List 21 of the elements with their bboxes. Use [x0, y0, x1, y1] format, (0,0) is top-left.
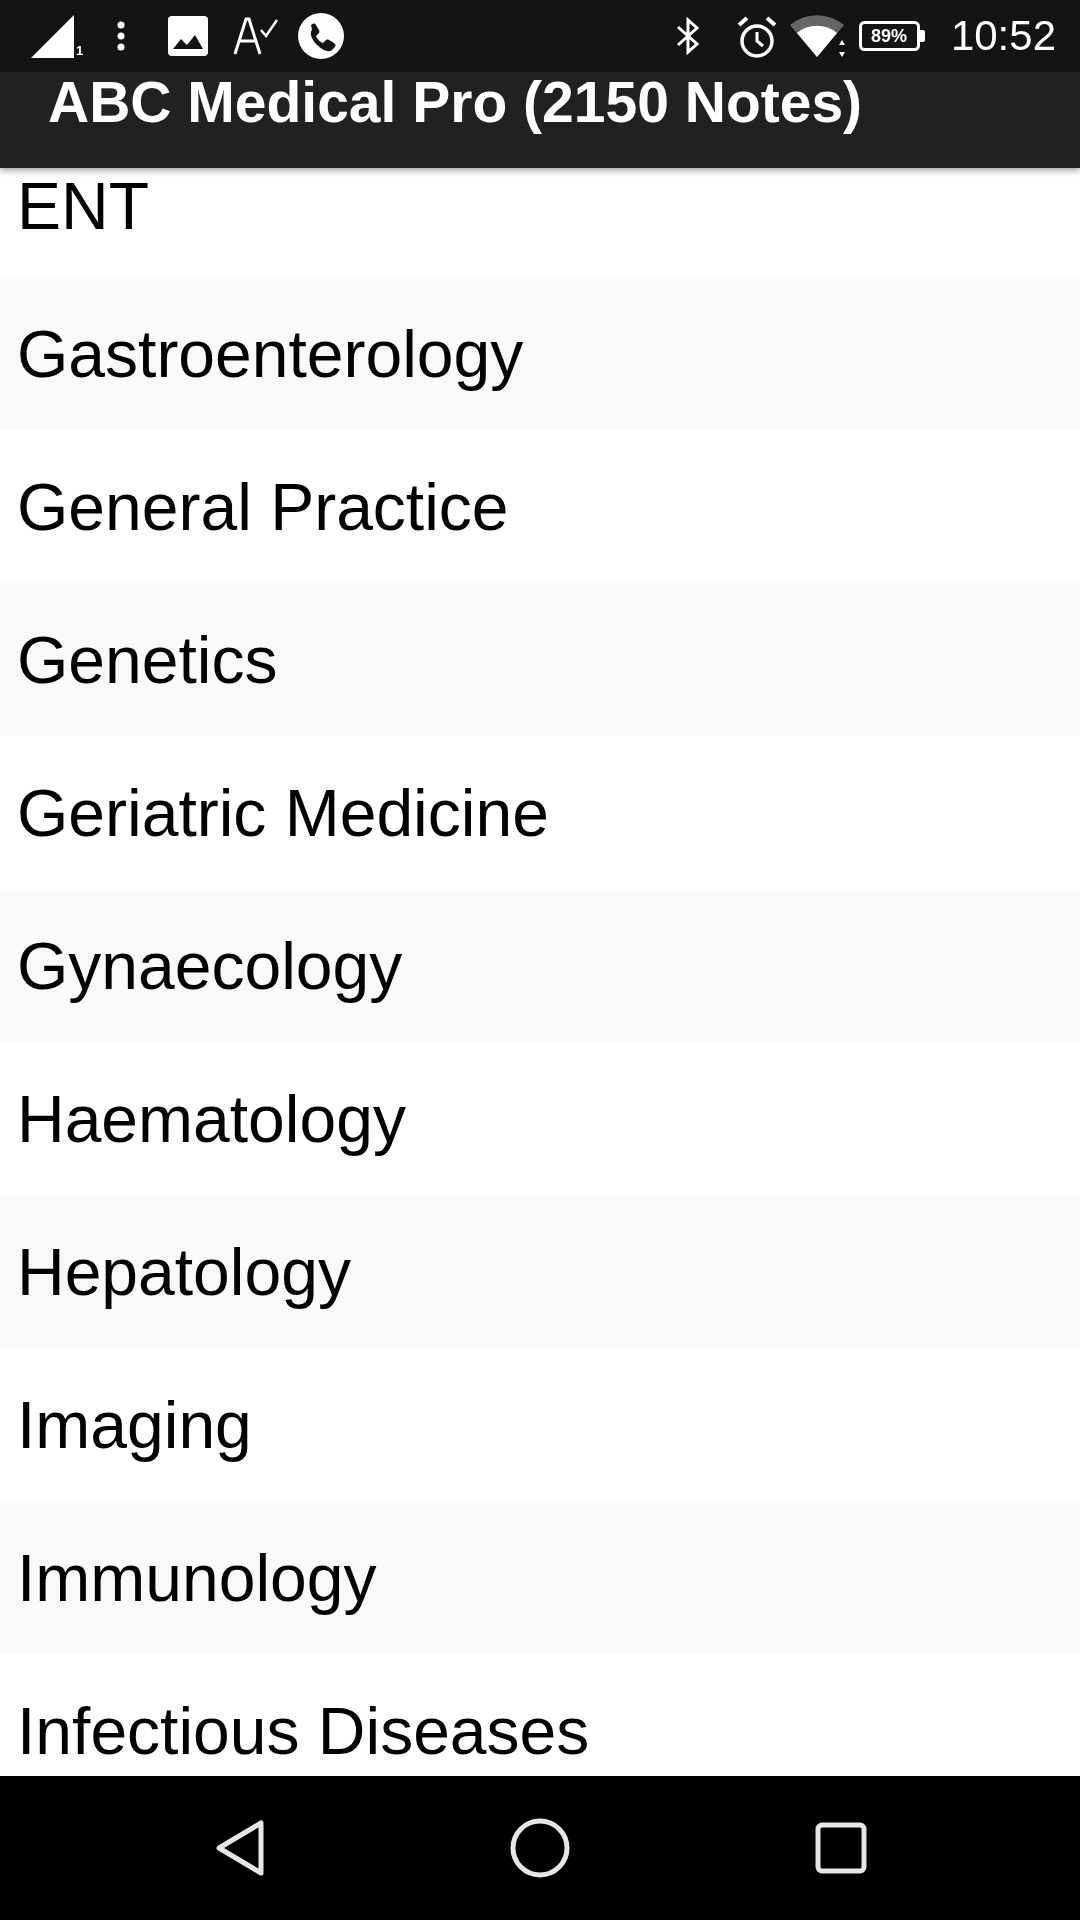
alarm-clock-icon	[735, 14, 778, 58]
category-item[interactable]: ENT	[0, 168, 1080, 277]
category-item[interactable]: Geriatric Medicine	[0, 736, 1080, 889]
signal-icon	[31, 14, 74, 58]
category-item[interactable]: Imaging	[0, 1348, 1080, 1501]
spellcheck-icon	[233, 17, 280, 55]
home-icon[interactable]	[510, 1818, 570, 1878]
category-item[interactable]: General Practice	[0, 430, 1080, 583]
image-icon	[168, 16, 209, 56]
battery-icon	[858, 21, 925, 51]
phone-icon	[298, 13, 345, 59]
category-item[interactable]: Haematology	[0, 1042, 1080, 1195]
battery-percent: 89%	[870, 26, 907, 46]
back-icon[interactable]	[214, 1819, 266, 1877]
category-item[interactable]: Infectious Diseases	[0, 1654, 1080, 1776]
clock-time: 10:52	[950, 12, 1056, 60]
wifi-icon	[789, 15, 846, 57]
sim-slot-label: 1	[76, 44, 84, 57]
more-icon	[117, 21, 126, 51]
recent-apps-icon[interactable]	[815, 1822, 867, 1874]
app-title: ABC Medical Pro (2150 Notes)	[48, 72, 863, 132]
